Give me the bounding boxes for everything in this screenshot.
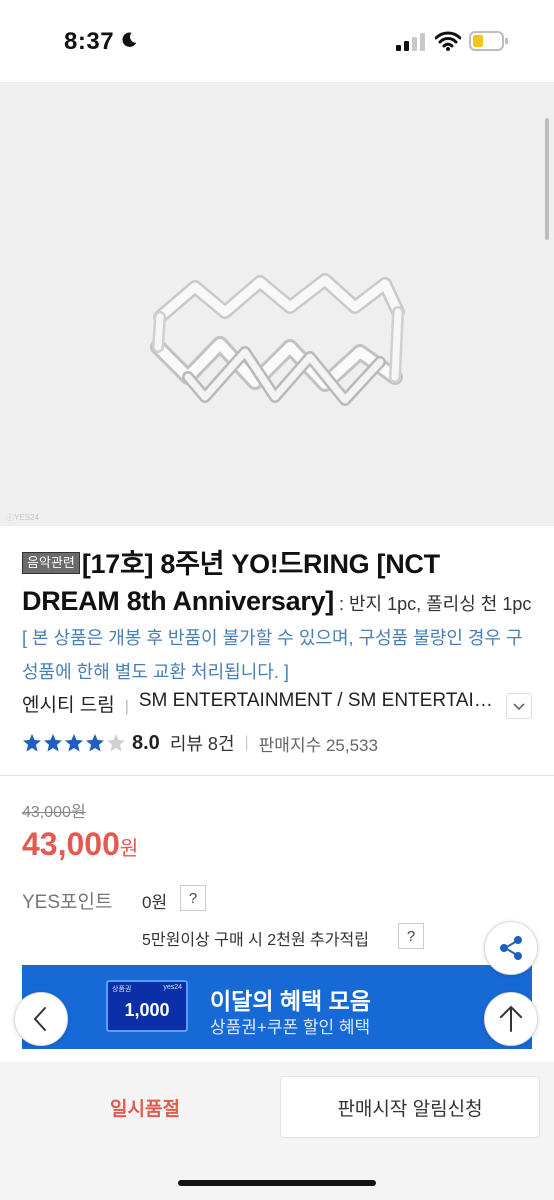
voucher-amount: 1,000 (124, 1000, 170, 1020)
product-title-block: 음악관련 [17호] 8주년 YO!드RING [NCT DREAM 8th An… (22, 548, 534, 690)
artist-link[interactable]: 엔시티 드림 (22, 695, 115, 716)
artist-row: 엔시티 드림 | SM ENTERTAINMENT / SM ENTERTAINME… (22, 690, 532, 720)
benefits-banner[interactable]: 상품권 yes24 1,000 이달의 혜택 모음 상품권+쿠폰 할인 혜택 (22, 965, 532, 1049)
bonus-points-text: 5만원이상 구매 시 2천원 추가적립 (142, 932, 369, 949)
voucher-tag: 상품권 (112, 986, 132, 993)
sales-index: 판매지수 25,533 (258, 735, 378, 755)
rating-row[interactable]: 8.0 리뷰 8건 | 판매지수 25,533 (22, 730, 378, 756)
signal-icon (396, 33, 425, 51)
voucher-graphic: 상품권 yes24 1,000 (106, 980, 188, 1032)
bottom-action-bar: 일시품절 판매시작 알림신청 (0, 1066, 554, 1150)
status-bar: 8:37 (0, 0, 554, 80)
section-divider (0, 775, 554, 776)
chevron-down-icon (513, 703, 525, 711)
status-time: 8:37 (64, 28, 115, 55)
share-icon (500, 936, 522, 960)
star-icon (107, 734, 125, 752)
bonus-help-button[interactable]: ? (398, 923, 424, 949)
sale-price-amount: 43,000 (22, 826, 120, 862)
sale-price-unit: 원 (119, 838, 139, 860)
star-icon (23, 734, 41, 752)
rating-stars (22, 733, 126, 753)
product-image[interactable]: ⓒYES24 (0, 82, 554, 526)
star-icon (86, 734, 104, 752)
battery-icon (469, 31, 508, 51)
arrow-up-icon (500, 1005, 522, 1032)
banner-subtitle: 상품권+쿠폰 할인 혜택 (210, 1018, 371, 1037)
moon-icon (122, 32, 137, 47)
artist-separator: | (124, 698, 129, 715)
back-button[interactable] (14, 992, 68, 1046)
voucher-brand: yes24 (163, 984, 182, 991)
label-link[interactable]: SM ENTERTAINMENT / SM ENTERTAINMENT (139, 690, 493, 712)
star-icon (65, 734, 83, 752)
original-price: 43,000원 (22, 804, 86, 821)
chevron-left-icon (33, 1007, 46, 1031)
rating-separator: | (244, 734, 249, 751)
page-scrollbar[interactable] (545, 118, 549, 240)
scroll-top-button[interactable] (484, 992, 538, 1046)
points-help-button[interactable]: ? (180, 885, 206, 911)
share-button[interactable] (484, 921, 538, 975)
home-indicator[interactable] (178, 1180, 376, 1186)
notify-button[interactable]: 판매시작 알림신청 (280, 1076, 540, 1138)
soldout-button[interactable]: 일시품절 (22, 1076, 268, 1138)
image-watermark: ⓒYES24 (6, 513, 39, 522)
sale-price: 43,000원 (22, 826, 138, 863)
rating-score: 8.0 (132, 731, 160, 754)
category-badge: 음악관련 (22, 552, 80, 574)
banner-title: 이달의 혜택 모음 (210, 988, 371, 1014)
product-subtitle: : 반지 1pc, 폴리싱 천 1pc (333, 594, 532, 614)
product-notice: [ 본 상품은 개봉 후 반품이 불가할 수 있으며, 구성품 불량인 경우 구… (22, 628, 523, 682)
review-count[interactable]: 리뷰 8건 (170, 730, 235, 756)
wifi-icon (435, 31, 461, 51)
points-label: YES포인트 (22, 892, 113, 913)
star-icon (44, 734, 62, 752)
ring-image (150, 273, 405, 406)
expand-button[interactable] (506, 693, 532, 719)
points-value: 0원 (142, 893, 168, 912)
